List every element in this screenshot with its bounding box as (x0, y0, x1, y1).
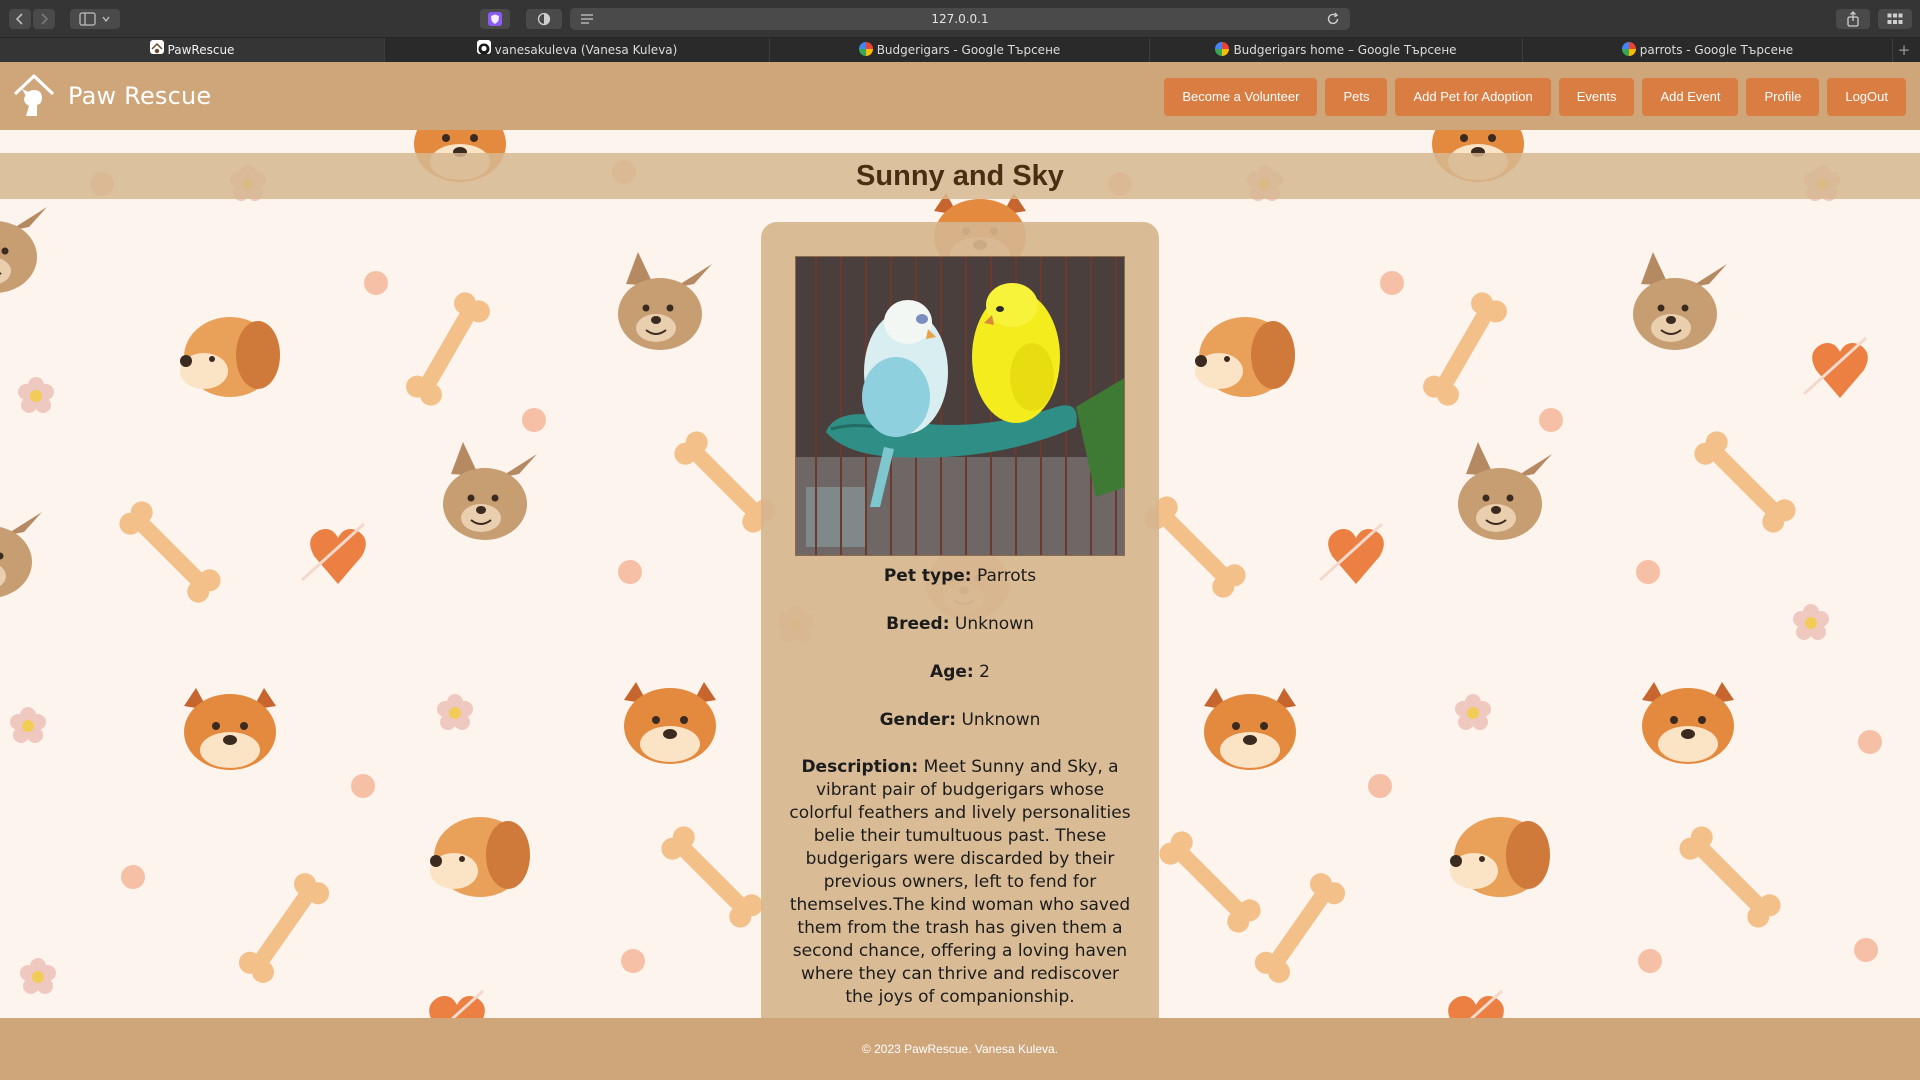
tab-label: PawRescue (167, 43, 235, 57)
page-viewport: Paw Rescue Become a Volunteer Pets Add P… (0, 62, 1920, 1080)
url-text: 127.0.0.1 (931, 12, 989, 26)
footer-copyright: © 2023 PawRescue. Vanesa Kuleva. (861, 1042, 1059, 1056)
pet-age-row: Age: 2 (789, 660, 1131, 684)
google-favicon-icon (858, 42, 873, 56)
chevron-left-icon (15, 13, 23, 25)
site-navbar: Paw Rescue Become a Volunteer Pets Add P… (0, 62, 1920, 130)
share-icon (1847, 11, 1859, 27)
sidebar-toggle-button[interactable] (70, 9, 120, 29)
brand-link[interactable]: Paw Rescue (12, 72, 211, 120)
nav-add-pet-button[interactable]: Add Pet for Adoption (1395, 78, 1551, 116)
pet-type-value: Parrots (977, 566, 1037, 586)
reload-icon[interactable] (1326, 12, 1340, 26)
pet-description-row: Description: Meet Sunny and Sky, a vibra… (789, 756, 1131, 1009)
browser-toolbar: 127.0.0.1 (0, 0, 1920, 38)
tab-bar: PawRescue vanesakuleva (Vanesa Kuleva) B… (0, 38, 1920, 62)
privacy-shield-button[interactable] (480, 9, 510, 29)
tab-pawrescue[interactable]: PawRescue (0, 38, 385, 62)
sidebar-icon (79, 12, 110, 26)
back-button[interactable] (9, 9, 31, 29)
pet-gender-value: Unknown (961, 710, 1041, 730)
pet-photo (795, 256, 1125, 556)
nav-add-event-button[interactable]: Add Event (1642, 78, 1739, 116)
new-tab-button[interactable]: + (1894, 38, 1914, 62)
pet-breed-value: Unknown (954, 614, 1034, 634)
brand-name: Paw Rescue (68, 82, 212, 110)
nav-events-button[interactable]: Events (1558, 78, 1635, 116)
pet-description-label: Description: (801, 757, 919, 777)
share-button[interactable] (1836, 9, 1870, 29)
google-favicon-icon (1621, 42, 1636, 56)
tab-github[interactable]: vanesakuleva (Vanesa Kuleva) (385, 38, 770, 62)
tab-overview-button[interactable] (1878, 9, 1912, 29)
site-footer: © 2023 PawRescue. Vanesa Kuleva. (0, 1018, 1920, 1080)
tab-label: vanesakuleva (Vanesa Kuleva) (494, 43, 678, 57)
tab-google-budgerigars[interactable]: Budgerigars - Google Търсене (770, 38, 1150, 62)
pet-age-value: 2 (979, 662, 990, 682)
pet-details: Pet type: Parrots Breed: Unknown Age: 2 … (789, 564, 1131, 1009)
tab-label: parrots - Google Търсене (1639, 43, 1794, 57)
pet-gender-row: Gender: Unknown (789, 708, 1131, 732)
tab-google-budgerigars-home[interactable]: Budgerigars home – Google Търсене (1150, 38, 1523, 62)
nav-become-volunteer-button[interactable]: Become a Volunteer (1164, 78, 1318, 116)
pet-type-row: Pet type: Parrots (789, 564, 1131, 588)
budgerigars-photo-icon (796, 257, 1124, 555)
pet-type-label: Pet type: (883, 566, 972, 586)
nav-links: Become a Volunteer Pets Add Pet for Adop… (1156, 78, 1906, 116)
paw-rescue-logo-icon (13, 74, 55, 116)
paw-rescue-favicon-icon (149, 40, 164, 54)
tab-google-parrots[interactable]: parrots - Google Търсене (1523, 38, 1893, 62)
google-favicon-icon (1215, 42, 1230, 56)
reader-contrast-button[interactable] (526, 9, 562, 29)
pet-card: Pet type: Parrots Breed: Unknown Age: 2 … (761, 222, 1159, 1080)
shield-icon (488, 12, 502, 26)
address-bar[interactable]: 127.0.0.1 (570, 8, 1350, 30)
pet-breed-row: Breed: Unknown (789, 612, 1131, 636)
chevron-right-icon (41, 13, 49, 25)
nav-profile-button[interactable]: Profile (1746, 78, 1820, 116)
nav-pets-button[interactable]: Pets (1325, 78, 1388, 116)
tab-label: Budgerigars home – Google Търсене (1233, 43, 1457, 57)
pet-breed-label: Breed: (886, 614, 950, 634)
tab-label: Budgerigars - Google Търсене (876, 43, 1061, 57)
forward-button[interactable] (33, 9, 55, 29)
contrast-icon (537, 12, 551, 26)
nav-logout-button[interactable]: LogOut (1827, 78, 1906, 116)
title-band: Sunny and Sky (0, 153, 1920, 199)
page-title: Sunny and Sky (856, 160, 1064, 192)
github-favicon-icon (476, 40, 491, 55)
pet-gender-label: Gender: (879, 710, 957, 730)
pet-description-value: Meet Sunny and Sky, a vibrant pair of bu… (789, 757, 1131, 1007)
pet-age-label: Age: (930, 662, 974, 682)
grid-icon (1887, 13, 1903, 24)
